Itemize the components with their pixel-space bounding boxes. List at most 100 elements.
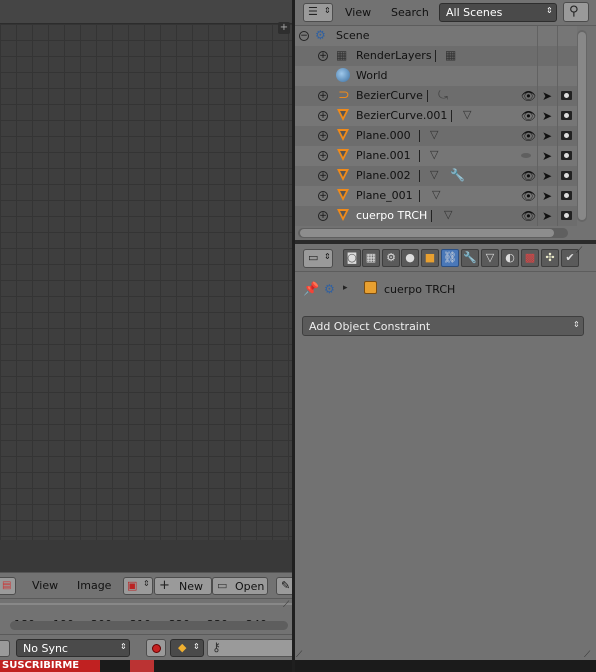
open-image-button[interactable]: ▭ Open [212, 577, 268, 595]
outliner-row-plane-002[interactable]: + Plane.002 ▽ 🔧 👁 ➤ [295, 166, 577, 186]
mesh-icon [337, 169, 349, 181]
outliner-vertical-scroll-thumb[interactable] [578, 32, 586, 220]
editor-type-button[interactable]: ☰ ⇕ [303, 3, 333, 22]
updown-arrows-icon: ⇕ [143, 579, 150, 588]
expand-icon[interactable]: + [318, 131, 328, 141]
area-corner-icon[interactable]: ⟋ [576, 246, 594, 256]
plus-icon: + [159, 578, 170, 593]
outliner-row-beziercurve-001[interactable]: + BezierCurve.001 ▽ 👁 ➤ [295, 106, 577, 126]
editor-type-button[interactable]: ▭ ⇕ [303, 249, 333, 268]
visibility-eye-icon[interactable]: 👁 [521, 109, 536, 123]
outliner-row-scene[interactable]: − ⚙ Scene [295, 26, 577, 46]
render-camera-icon[interactable] [561, 91, 572, 100]
vertex-icon: ▽ [463, 108, 472, 121]
column-divider [557, 26, 558, 226]
scene-icon: ⚙ [315, 28, 326, 42]
editor-type-button[interactable]: ▤ [0, 577, 16, 595]
visibility-eye-icon[interactable]: 👁 [521, 89, 536, 103]
render-tab-icon[interactable]: ◙ [343, 249, 361, 267]
image-canvas[interactable] [0, 24, 292, 540]
select-arrow-icon[interactable]: ➤ [542, 109, 552, 123]
subscribe-banner[interactable]: SUSCRIBIRME [0, 660, 100, 672]
timeline-scrollbar[interactable] [10, 621, 288, 630]
material-tab-icon[interactable]: ◐ [501, 249, 519, 267]
outliner-row-plane-underscore-001[interactable]: + Plane_001 ▽ 👁 ➤ [295, 186, 577, 206]
render-camera-icon[interactable] [561, 151, 572, 160]
object-tab-icon[interactable]: ■ [421, 249, 439, 267]
world-icon [336, 68, 350, 82]
data-tab-icon[interactable]: ▽ [481, 249, 499, 267]
select-arrow-icon[interactable]: ➤ [542, 149, 552, 163]
menu-view[interactable]: View [345, 6, 371, 19]
menu-search[interactable]: Search [391, 6, 429, 19]
outliner-horizontal-scroll-thumb[interactable] [300, 229, 554, 237]
expand-icon[interactable]: + [318, 211, 328, 221]
outliner-row-world[interactable]: World [295, 66, 577, 86]
record-button[interactable] [146, 639, 166, 657]
particles-tab-icon[interactable]: ✣ [541, 249, 559, 267]
visibility-eye-icon[interactable]: 👁 [521, 189, 536, 203]
render-layers-tab-icon[interactable]: ▦ [362, 249, 380, 267]
vertex-icon: ▽ [430, 128, 439, 141]
playbar-menu-button[interactable] [0, 640, 10, 657]
texture-tab-icon[interactable]: ▩ [521, 249, 539, 267]
keying-set-field[interactable]: ⚷ [207, 639, 295, 657]
image-browse-button[interactable]: ▣ ⇕ [123, 577, 153, 595]
render-camera-icon[interactable] [561, 211, 572, 220]
select-arrow-icon[interactable]: ➤ [542, 129, 552, 143]
properties-area [295, 244, 596, 660]
new-image-button[interactable]: + New [154, 577, 212, 595]
render-camera-icon[interactable] [561, 171, 572, 180]
expand-icon[interactable]: + [318, 91, 328, 101]
menu-image[interactable]: Image [77, 579, 111, 592]
pin-icon[interactable]: 📌 [303, 282, 319, 297]
sync-select[interactable]: No Sync ⇕ [16, 639, 130, 657]
select-arrow-icon[interactable]: ➤ [542, 189, 552, 203]
outliner-row-renderlayers[interactable]: + ▦ RenderLayers ▦ [295, 46, 577, 66]
row-label: cuerpo TRCH [356, 209, 428, 222]
expand-icon[interactable]: + [318, 111, 328, 121]
record-icon [152, 644, 161, 653]
mesh-icon [337, 209, 349, 221]
render-camera-icon[interactable] [561, 131, 572, 140]
outliner-row-cuerpo-trch[interactable]: + cuerpo TRCH ▽ 👁 ➤ [295, 206, 577, 226]
select-arrow-icon[interactable]: ➤ [542, 209, 552, 223]
row-divider [419, 170, 420, 182]
select-arrow-icon[interactable]: ➤ [542, 169, 552, 183]
render-camera-icon[interactable] [561, 191, 572, 200]
wrench-icon: 🔧 [450, 168, 465, 182]
expand-icon[interactable]: + [318, 171, 328, 181]
display-mode-select[interactable]: All Scenes ⇕ [439, 3, 557, 22]
world-tab-icon[interactable]: ● [401, 249, 419, 267]
search-button[interactable]: ⚲ [563, 2, 589, 22]
select-arrow-icon[interactable]: ➤ [542, 89, 552, 103]
area-corner-icon[interactable]: ⟋ [296, 650, 306, 660]
visibility-closed-eye-icon[interactable] [521, 153, 531, 158]
display-mode-value: All Scenes [446, 6, 503, 19]
object-cube-icon [364, 281, 377, 294]
constraints-tab-icon[interactable]: ⛓ [441, 249, 459, 267]
modifiers-tab-icon[interactable]: 🔧 [461, 249, 479, 267]
render-camera-icon[interactable] [561, 111, 572, 120]
area-split-plus-icon[interactable]: + [278, 22, 290, 34]
outliner-row-plane-001[interactable]: + Plane.001 ▽ ➤ [295, 146, 577, 166]
keying-set-select[interactable]: ◆ ⇕ [170, 639, 204, 657]
row-divider [431, 210, 432, 222]
area-corner-icon[interactable]: ⟋ [584, 650, 594, 660]
curve-data-icon: ⤿ [438, 88, 448, 102]
visibility-eye-icon[interactable]: 👁 [521, 209, 536, 223]
collapse-icon[interactable]: − [299, 31, 309, 41]
expand-icon[interactable]: + [318, 191, 328, 201]
outliner-row-beziercurve[interactable]: + ⊃ BezierCurve ⤿ 👁 ➤ [295, 86, 577, 106]
add-object-constraint-select[interactable]: Add Object Constraint ⇕ [302, 316, 584, 336]
scene-tab-icon[interactable]: ⚙ [382, 249, 400, 267]
image-editor-topbar [0, 0, 292, 24]
expand-icon[interactable]: + [318, 151, 328, 161]
row-label: Scene [336, 29, 370, 42]
expand-icon[interactable]: + [318, 51, 328, 61]
chevron-updown-icon: ⇕ [120, 642, 127, 651]
menu-view[interactable]: View [32, 579, 58, 592]
visibility-eye-icon[interactable]: 👁 [521, 169, 536, 183]
outliner-row-plane-000[interactable]: + Plane.000 ▽ 👁 ➤ [295, 126, 577, 146]
visibility-eye-icon[interactable]: 👁 [521, 129, 536, 143]
